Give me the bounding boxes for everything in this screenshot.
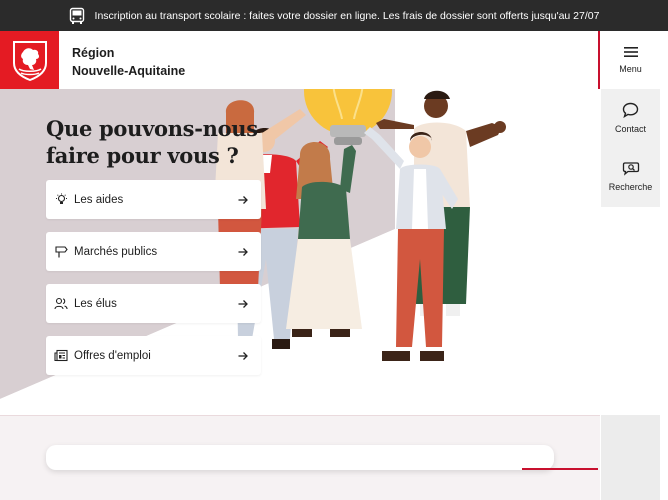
hero-title-line-2: faire pour vous ? [46,143,239,168]
contact-label: Contact [614,124,647,134]
brand-line-2: Nouvelle-Aquitaine [72,64,186,78]
newspaper-icon [54,349,68,363]
lion-crest-icon [12,41,47,81]
side-navigation: Menu Contact Recherche [601,31,660,207]
card-les-elus[interactable]: Les élus [46,284,261,323]
hero-title: Que pouvons-nous faire pour vous ? [46,115,258,169]
users-icon [54,297,68,311]
card-label: Les élus [74,297,117,310]
search-button[interactable]: Recherche [601,147,660,205]
contact-button[interactable]: Contact [601,89,660,147]
search-bubble-icon [622,161,639,176]
arrow-right-icon [238,247,248,256]
signpost-icon [54,245,68,259]
search-label: Recherche [608,181,653,192]
right-gutter-lower [601,415,660,500]
search-bar[interactable] [46,445,598,470]
menu-button[interactable]: Menu [601,31,660,89]
card-label: Les aides [74,193,124,206]
search-accent-line [522,468,598,470]
card-label: Offres d'emploi [74,349,151,362]
arrow-right-icon [238,195,248,204]
card-marches-publics[interactable]: Marchés publics [46,232,261,271]
menu-label: Menu [619,64,642,74]
card-label: Marchés publics [74,245,158,258]
search-input[interactable] [54,449,514,466]
speech-bubble-icon [622,102,639,118]
hamburger-icon [623,47,638,57]
arrow-right-icon [238,351,248,360]
brand-line-1: Région [72,46,115,60]
site-brand[interactable]: Région Nouvelle-Aquitaine [72,44,185,80]
banner-text: Inscription au transport scolaire : fait… [94,9,600,22]
site-header: Région Nouvelle-Aquitaine [0,31,600,89]
site-logo[interactable] [0,31,59,89]
arrow-right-icon [238,299,248,308]
hero-title-line-1: Que pouvons-nous [46,116,258,141]
card-offres-emploi[interactable]: Offres d'emploi [46,336,261,375]
lightbulb-icon [54,193,68,207]
announcement-banner[interactable]: Inscription au transport scolaire : fait… [0,0,668,31]
card-les-aides[interactable]: Les aides [46,180,261,219]
bus-icon [69,7,84,24]
